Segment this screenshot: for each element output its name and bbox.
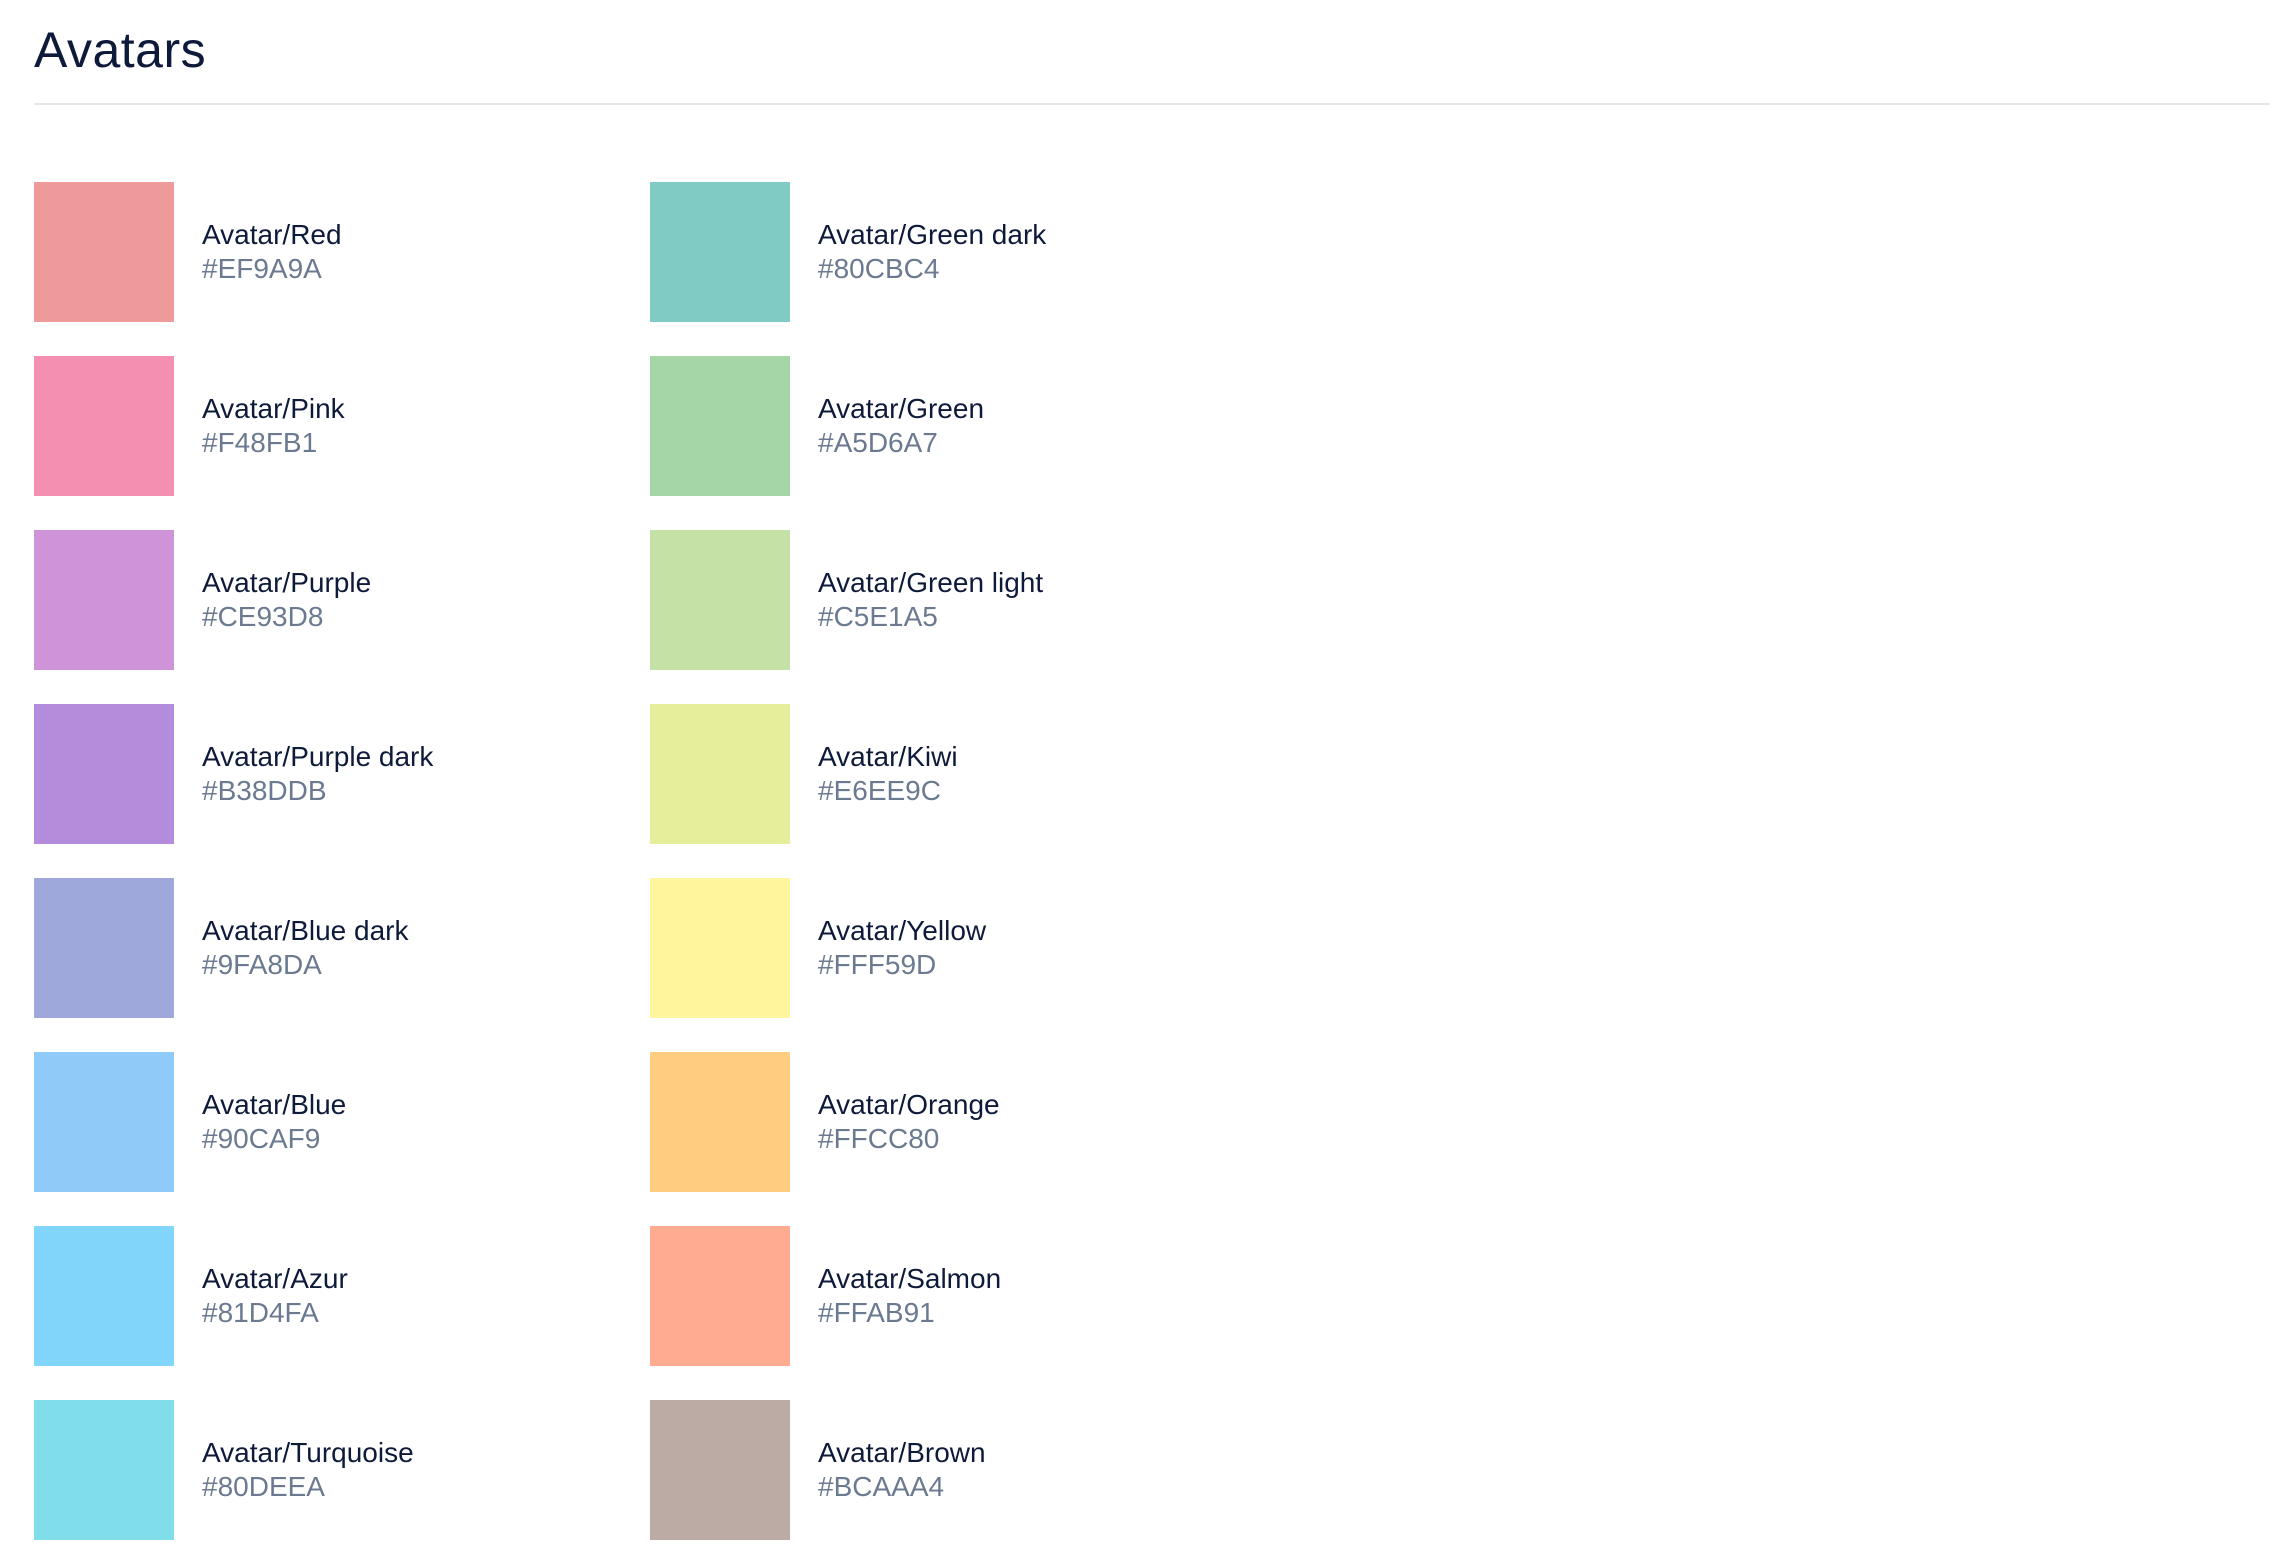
color-swatch (34, 1400, 174, 1540)
color-swatch (650, 356, 790, 496)
color-swatch (650, 530, 790, 670)
swatch-hex: #FFAB91 (818, 1297, 935, 1328)
swatch-name: Avatar/Kiwi (818, 741, 958, 772)
swatch-hex: #E6EE9C (818, 775, 941, 806)
swatch-item: Avatar/Yellow #FFF59D (650, 878, 1266, 1052)
swatch-item: Avatar/Azur #81D4FA (34, 1226, 650, 1400)
color-swatch (34, 878, 174, 1018)
swatch-name: Avatar/Green light (818, 567, 1044, 598)
swatch-name: Avatar/Purple (202, 567, 372, 598)
swatch-hex: #BCAAA4 (818, 1471, 945, 1502)
swatch-item: Avatar/Green dark #80CBC4 (650, 182, 1266, 356)
swatch-item: Avatar/Kiwi #E6EE9C (650, 704, 1266, 878)
swatch-hex: #FFF59D (818, 949, 937, 980)
swatch-hex: #90CAF9 (202, 1123, 321, 1154)
swatch-hex: #9FA8DA (202, 949, 322, 980)
color-swatch (650, 878, 790, 1018)
color-swatch (650, 704, 790, 844)
swatch-item: Avatar/Pink #F48FB1 (34, 356, 650, 530)
color-swatch (650, 1226, 790, 1366)
swatch-hex: #81D4FA (202, 1297, 319, 1328)
swatch-item: Avatar/Purple #CE93D8 (34, 530, 650, 704)
color-swatch (34, 356, 174, 496)
swatch-name: Avatar/Blue dark (202, 915, 409, 946)
swatch-item: Avatar/Orange #FFCC80 (650, 1052, 1266, 1226)
swatch-item: Avatar/Turquoise #80DEEA (34, 1400, 650, 1550)
swatch-hex: #C5E1A5 (818, 601, 938, 632)
swatch-hex: #B38DDB (202, 775, 327, 806)
swatch-item: Avatar/Brown #BCAAA4 (650, 1400, 1266, 1550)
swatch-item: Avatar/Red #EF9A9A (34, 182, 650, 356)
color-swatch (650, 1052, 790, 1192)
swatch-hex: #FFCC80 (818, 1123, 940, 1154)
swatch-item: Avatar/Green #A5D6A7 (650, 356, 1266, 530)
swatch-name: Avatar/Brown (818, 1437, 986, 1468)
swatch-name: Avatar/Red (202, 219, 342, 250)
color-swatch (34, 1052, 174, 1192)
swatch-name: Avatar/Yellow (818, 915, 987, 946)
color-palette-page: Avatars Avatar/Red #EF9A9A Avatar/Pink #… (34, 0, 2274, 1550)
swatch-name: Avatar/Green (818, 393, 985, 424)
color-swatch (650, 182, 790, 322)
color-swatch (34, 530, 174, 670)
swatch-name: Avatar/Orange (818, 1089, 1000, 1120)
swatch-name: Avatar/Salmon (818, 1263, 1002, 1294)
swatch-hex: #80CBC4 (818, 253, 940, 284)
swatch-hex: #80DEEA (202, 1471, 325, 1502)
swatch-name: Avatar/Turquoise (202, 1437, 414, 1468)
swatch-item: Avatar/Green light #C5E1A5 (650, 530, 1266, 704)
swatch-name: Avatar/Pink (202, 393, 345, 424)
color-swatch (34, 704, 174, 844)
swatch-name: Avatar/Green dark (818, 219, 1047, 250)
swatch-hex: #CE93D8 (202, 601, 324, 632)
swatch-item: Avatar/Purple dark #B38DDB (34, 704, 650, 878)
swatch-hex: #EF9A9A (202, 253, 322, 284)
color-swatch (650, 1400, 790, 1540)
page-title: Avatars (34, 22, 207, 78)
swatch-grid: Avatar/Red #EF9A9A Avatar/Pink #F48FB1 A… (34, 182, 1266, 1550)
title-divider (34, 103, 2270, 105)
swatch-item: Avatar/Salmon #FFAB91 (650, 1226, 1266, 1400)
swatch-name: Avatar/Azur (202, 1263, 348, 1294)
swatch-item: Avatar/Blue dark #9FA8DA (34, 878, 650, 1052)
swatch-name: Avatar/Purple dark (202, 741, 434, 772)
swatch-hex: #A5D6A7 (818, 427, 938, 458)
swatch-hex: #F48FB1 (202, 427, 318, 458)
swatch-name: Avatar/Blue (202, 1089, 347, 1120)
color-swatch (34, 182, 174, 322)
swatch-item: Avatar/Blue #90CAF9 (34, 1052, 650, 1226)
color-swatch (34, 1226, 174, 1366)
